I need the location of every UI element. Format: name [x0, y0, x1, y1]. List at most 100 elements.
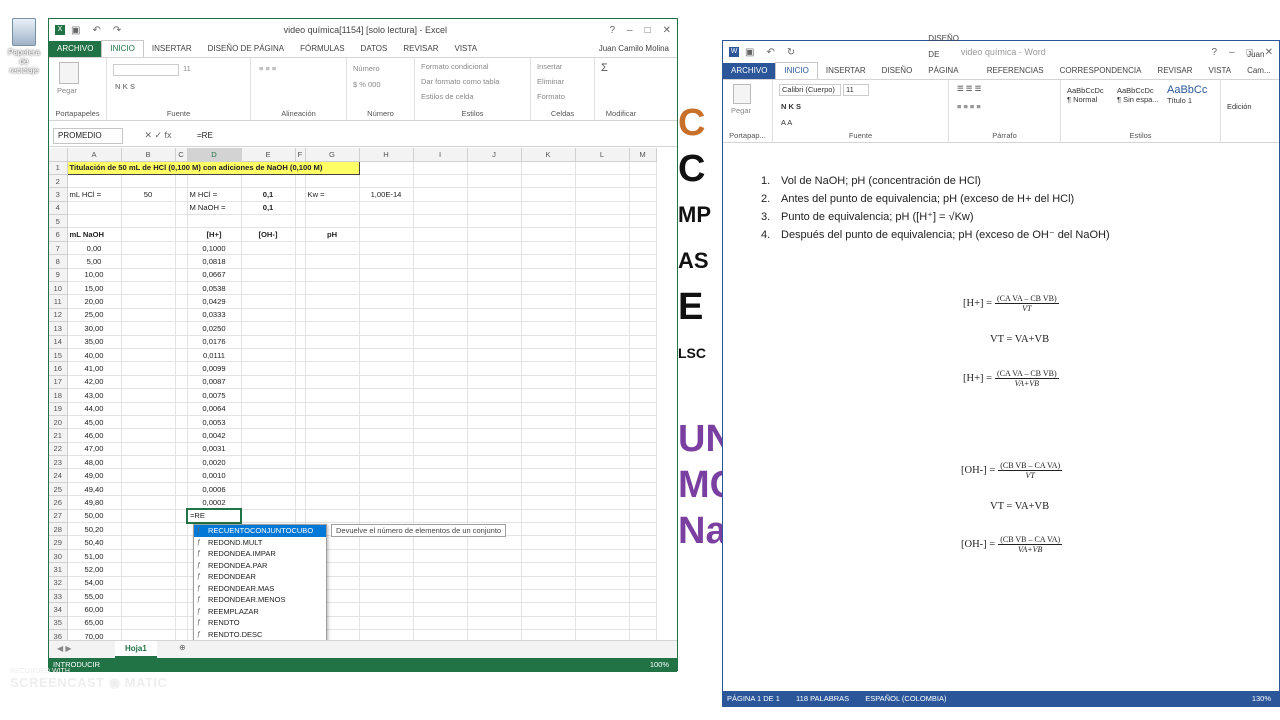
cell[interactable]: 0,0333 — [187, 308, 242, 323]
cell[interactable] — [467, 375, 522, 390]
help-icon[interactable]: ? — [1211, 47, 1217, 58]
cell[interactable] — [121, 562, 176, 577]
cell[interactable] — [359, 241, 414, 256]
cell[interactable] — [413, 442, 468, 457]
word-user[interactable]: Juan Cam... — [1239, 47, 1279, 79]
cell[interactable] — [241, 482, 296, 497]
cell[interactable] — [295, 442, 306, 457]
cell[interactable]: 10,00 — [67, 268, 122, 283]
cell[interactable] — [521, 468, 576, 483]
cell[interactable]: 0,1 — [241, 201, 296, 216]
cell[interactable] — [359, 348, 414, 363]
row-header[interactable]: 32 — [49, 576, 68, 591]
cell[interactable] — [359, 602, 414, 617]
cell[interactable] — [121, 549, 176, 564]
cell[interactable]: 0,0053 — [187, 415, 242, 430]
cell[interactable] — [467, 402, 522, 416]
cell[interactable] — [241, 468, 296, 483]
cell[interactable] — [295, 268, 306, 283]
cell[interactable] — [305, 482, 360, 497]
tab-datos[interactable]: DATOS — [353, 41, 396, 57]
cell[interactable] — [359, 535, 414, 550]
autocomplete-item[interactable]: REDONDEA.IMPAR — [194, 548, 326, 560]
minimize-button[interactable]: – — [1229, 47, 1235, 58]
cell[interactable]: 0,0002 — [187, 495, 242, 510]
cell[interactable] — [295, 321, 306, 336]
cell[interactable] — [241, 294, 296, 309]
cell[interactable] — [629, 549, 657, 564]
cell[interactable]: 30,00 — [67, 321, 122, 336]
cell[interactable] — [175, 428, 188, 443]
cell[interactable]: =RE — [186, 508, 242, 524]
cell[interactable]: 0,00 — [67, 241, 122, 256]
cell[interactable] — [305, 375, 360, 390]
cell[interactable] — [629, 294, 657, 309]
cell[interactable]: 0,0250 — [187, 321, 242, 336]
cell[interactable]: 45,00 — [67, 415, 122, 430]
cell[interactable] — [467, 361, 522, 376]
cell[interactable] — [575, 308, 630, 323]
cell[interactable]: 0,0111 — [187, 348, 242, 363]
row-header[interactable]: 10 — [49, 281, 68, 296]
cell[interactable]: 54,00 — [67, 576, 122, 591]
cell[interactable] — [305, 415, 360, 430]
cell[interactable] — [359, 442, 414, 457]
excel-user[interactable]: Juan Camilo Molina — [591, 41, 677, 57]
cell[interactable] — [467, 468, 522, 483]
autocomplete-item[interactable]: RENDTO — [194, 617, 326, 629]
cell[interactable]: 48,00 — [67, 455, 122, 470]
cell[interactable] — [305, 321, 360, 336]
cell[interactable] — [575, 348, 630, 363]
font-name-select[interactable]: Calibri (Cuerpo) — [779, 84, 841, 96]
cell[interactable]: 5,00 — [67, 254, 122, 269]
row-header[interactable]: 11 — [49, 294, 68, 309]
col-header[interactable]: G — [305, 148, 360, 162]
spreadsheet-grid[interactable]: A B C D E F G H I J K L M 1 Titulación de… — [49, 148, 667, 640]
insert-button[interactable]: Insertar — [537, 62, 562, 71]
cell[interactable] — [359, 308, 414, 323]
cell[interactable] — [241, 254, 296, 269]
cell[interactable] — [295, 294, 306, 309]
cell[interactable] — [521, 308, 576, 323]
cell[interactable]: 20,00 — [67, 294, 122, 309]
row-header[interactable]: 21 — [49, 428, 68, 443]
recycle-bin[interactable]: Papelera de reciclaje — [4, 18, 44, 75]
tab-inicio[interactable]: INICIO — [775, 62, 818, 79]
cell[interactable] — [629, 602, 657, 617]
cell[interactable] — [575, 629, 630, 640]
cell[interactable] — [359, 616, 414, 631]
tab-insertar[interactable]: INSERTAR — [144, 41, 200, 57]
cell[interactable] — [305, 509, 360, 524]
add-sheet-icon[interactable]: ⊕ — [179, 643, 186, 652]
cell[interactable]: 49,80 — [67, 495, 122, 510]
cell[interactable] — [575, 442, 630, 457]
cell[interactable] — [467, 254, 522, 269]
cell[interactable] — [413, 562, 468, 577]
cell[interactable] — [305, 402, 360, 416]
col-header[interactable]: E — [241, 148, 296, 162]
cell[interactable]: M HCl = — [187, 187, 242, 202]
cell[interactable] — [121, 576, 176, 591]
cell[interactable] — [175, 442, 188, 457]
cell[interactable] — [629, 281, 657, 296]
row-header[interactable]: 14 — [49, 335, 68, 349]
cell[interactable] — [629, 562, 657, 577]
cell[interactable] — [413, 602, 468, 617]
cell[interactable] — [121, 308, 176, 323]
cell[interactable] — [359, 415, 414, 430]
cell[interactable] — [467, 321, 522, 336]
cell[interactable] — [359, 294, 414, 309]
tab-correspondencia[interactable]: CORRESPONDENCIA — [1052, 63, 1150, 79]
cell[interactable] — [175, 335, 188, 349]
cell[interactable] — [121, 482, 176, 497]
cell[interactable]: 55,00 — [67, 589, 122, 604]
cell[interactable] — [413, 321, 468, 336]
cell[interactable] — [575, 589, 630, 604]
cell[interactable] — [521, 455, 576, 470]
delete-button[interactable]: Eliminar — [537, 77, 564, 86]
row-header[interactable]: 8 — [49, 254, 68, 269]
status-page[interactable]: PÁGINA 1 DE 1 — [727, 694, 780, 703]
cell[interactable] — [413, 254, 468, 269]
cell[interactable] — [629, 402, 657, 416]
cell[interactable] — [521, 589, 576, 604]
